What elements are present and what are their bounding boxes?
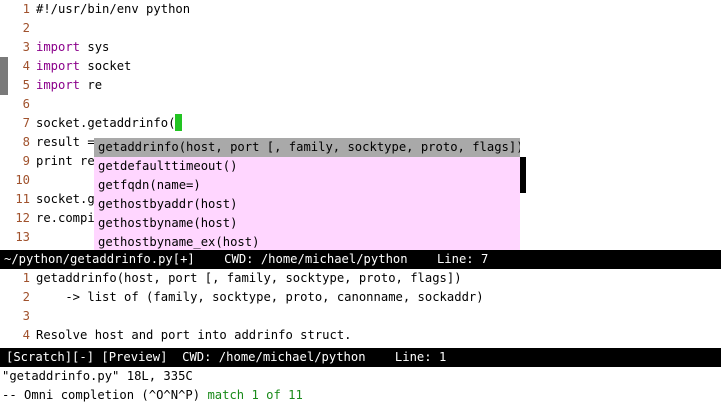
keyword: import xyxy=(36,78,81,92)
status-line-number: Line: 7 xyxy=(436,252,489,266)
line-number: 11 xyxy=(15,192,30,206)
completion-item[interactable]: gethostbyname_ex(host) xyxy=(94,233,520,250)
line-number: 3 xyxy=(22,309,30,323)
status-cwd: CWD: /home/michael/python xyxy=(182,350,366,364)
gutter xyxy=(0,133,8,152)
code-text[interactable] xyxy=(36,19,721,38)
change-marker xyxy=(0,57,8,76)
line-number: 8 xyxy=(22,135,30,149)
gutter xyxy=(0,228,8,247)
preview-text xyxy=(36,307,721,326)
status-cwd: CWD: /home/michael/python xyxy=(224,252,408,266)
preview-status-line: [Scratch][-] [Preview] CWD: /home/michae… xyxy=(0,348,721,367)
completion-item[interactable]: gethostbyname(host) xyxy=(94,214,520,233)
preview-line: 3 xyxy=(0,307,721,326)
completion-popup[interactable]: getaddrinfo(host, port [, family, sockty… xyxy=(94,138,520,250)
preview-text: getaddrinfo(host, port [, family, sockty… xyxy=(36,271,462,285)
line-number: 4 xyxy=(22,59,30,73)
file-info-message: "getaddrinfo.py" 18L, 335C xyxy=(2,369,193,383)
editor-line[interactable]: 7 socket.getaddrinfo( xyxy=(0,114,721,133)
change-marker xyxy=(0,76,8,95)
code-text[interactable]: import sys xyxy=(36,38,721,57)
command-line[interactable]: "getaddrinfo.py" 18L, 335C -- Omni compl… xyxy=(0,367,721,418)
gutter xyxy=(0,190,8,209)
editor-status-line: ~/python/getaddrinfo.py[+] CWD: /home/mi… xyxy=(0,250,721,269)
completion-mode-label: -- Omni completion (^O^N^P) xyxy=(2,388,208,402)
gutter xyxy=(0,0,8,19)
line-number: 4 xyxy=(22,328,30,342)
gutter xyxy=(0,171,8,190)
code-text[interactable]: #!/usr/bin/env python xyxy=(36,0,721,19)
gutter xyxy=(0,209,8,228)
editor-line[interactable]: 2 xyxy=(0,19,721,38)
gutter xyxy=(0,152,8,171)
preview-text: Resolve host and port into addrinfo stru… xyxy=(36,328,352,342)
gutter xyxy=(0,326,8,345)
completion-item[interactable]: getdefaulttimeout() xyxy=(94,157,520,176)
line-number: 10 xyxy=(15,173,30,187)
editor-line[interactable]: 4 import socket xyxy=(0,57,721,76)
line-number: 1 xyxy=(22,271,30,285)
code-text[interactable]: socket.getaddrinfo( xyxy=(36,114,721,133)
keyword: import xyxy=(36,59,81,73)
code-rest: sys xyxy=(80,40,110,54)
gutter xyxy=(0,38,8,57)
text-cursor xyxy=(175,114,183,131)
code-rest: socket xyxy=(80,59,132,73)
editor-line[interactable]: 1 #!/usr/bin/env python xyxy=(0,0,721,19)
line-number: 3 xyxy=(22,40,30,54)
line-number: 5 xyxy=(22,78,30,92)
code-current: socket.getaddrinfo( xyxy=(36,116,176,130)
editor-line[interactable]: 5 import re xyxy=(0,76,721,95)
line-number: 13 xyxy=(15,230,30,244)
gutter xyxy=(0,288,8,307)
code-rest: re xyxy=(80,78,103,92)
completion-mode-message: -- Omni completion (^O^N^P) match 1 of 1… xyxy=(0,386,721,405)
preview-pane[interactable]: 1 getaddrinfo(host, port [, family, sock… xyxy=(0,269,721,348)
keyword: import xyxy=(36,40,81,54)
completion-item-selected[interactable]: getaddrinfo(host, port [, family, sockty… xyxy=(94,138,520,157)
preview-line: 2 -> list of (family, socktype, proto, c… xyxy=(0,288,721,307)
line-number: 1 xyxy=(22,2,30,16)
gutter xyxy=(0,95,8,114)
gutter xyxy=(0,19,8,38)
status-filename: ~/python/getaddrinfo.py[+] xyxy=(4,252,195,266)
editor-line[interactable]: 3 import sys xyxy=(0,38,721,57)
popup-scrollbar-thumb[interactable] xyxy=(520,157,526,193)
match-count: match 1 of 11 xyxy=(207,388,303,402)
code-text[interactable] xyxy=(36,95,721,114)
editor-line[interactable]: 6 xyxy=(0,95,721,114)
line-number: 6 xyxy=(22,97,30,111)
status-line-number: Line: 1 xyxy=(394,350,447,364)
gutter xyxy=(0,269,8,288)
completion-item[interactable]: getfqdn(name=) xyxy=(94,176,520,195)
popup-scrollbar[interactable] xyxy=(520,138,526,250)
line-number: 9 xyxy=(22,154,30,168)
preview-line: 1 getaddrinfo(host, port [, family, sock… xyxy=(0,269,721,288)
code-text[interactable]: import socket xyxy=(36,57,721,76)
line-number: 7 xyxy=(22,116,30,130)
preview-line: 4 Resolve host and port into addrinfo st… xyxy=(0,326,721,345)
code-text[interactable]: import re xyxy=(36,76,721,95)
gutter xyxy=(0,307,8,326)
status-buffers: [Scratch][-] [Preview] xyxy=(6,350,168,364)
line-number: 2 xyxy=(22,21,30,35)
line-number: 12 xyxy=(15,211,30,225)
line-number: 2 xyxy=(22,290,30,304)
preview-text: -> list of (family, socktype, proto, can… xyxy=(36,290,484,304)
completion-item[interactable]: gethostbyaddr(host) xyxy=(94,195,520,214)
gutter xyxy=(0,114,8,133)
